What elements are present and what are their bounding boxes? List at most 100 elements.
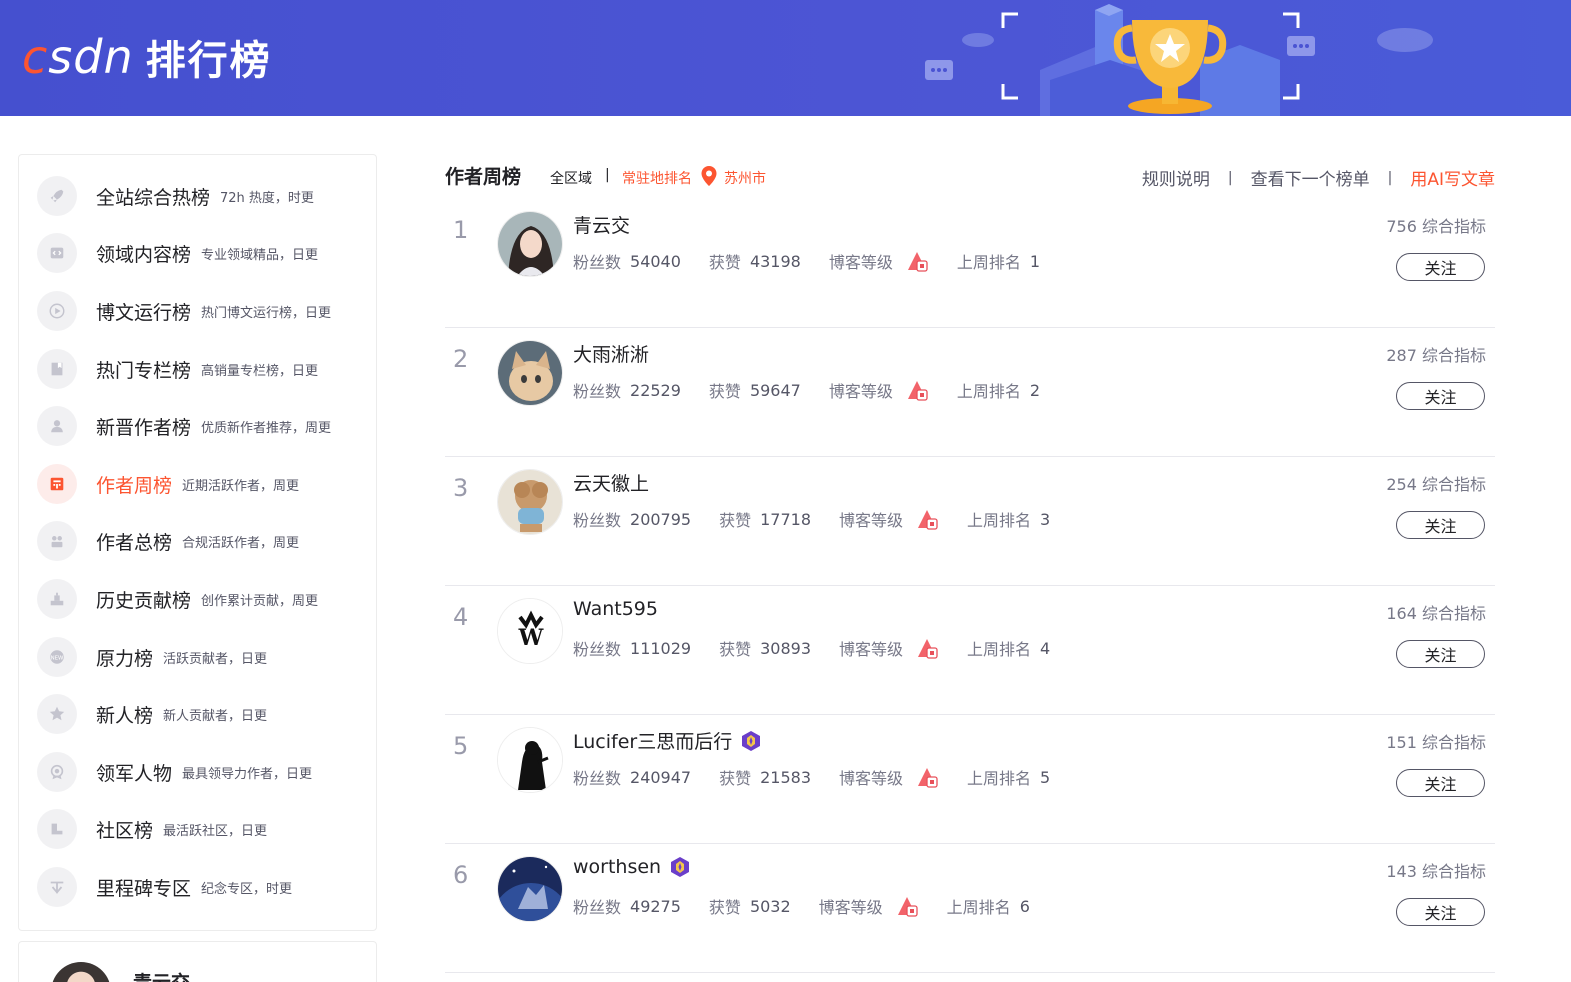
follow-button[interactable]: 关注 bbox=[1396, 640, 1485, 668]
sidebar-item-author-total[interactable]: 作者总榜 合规活跃作者，周更 bbox=[37, 521, 367, 561]
user-card: 青云交 bbox=[18, 941, 377, 982]
score: 287 综合指标 bbox=[1386, 346, 1486, 365]
blog-level-icon bbox=[918, 639, 938, 659]
avatar[interactable]: W bbox=[497, 598, 563, 664]
blog-level-icon bbox=[897, 897, 918, 917]
sidebar-item-domain-content[interactable]: 领域内容榜 专业领域精品，日更 bbox=[37, 233, 367, 273]
page-title: 排行榜 bbox=[145, 38, 272, 84]
verified-badge-icon bbox=[742, 730, 761, 751]
avatar[interactable] bbox=[497, 856, 563, 922]
code-icon bbox=[37, 233, 77, 273]
sidebar-item-hot-column[interactable]: 热门专栏榜 高销量专栏榜，日更 bbox=[37, 349, 367, 389]
avatar[interactable] bbox=[497, 211, 563, 277]
author-stats: 粉丝数 54040 获赞 43198 博客等级 上周排名 1 bbox=[573, 251, 1041, 273]
rules-link[interactable]: 规则说明 bbox=[1142, 165, 1210, 190]
author-name[interactable]: 云天徽上 bbox=[573, 469, 649, 496]
author-stats: 粉丝数 200795 获赞 17718 博客等级 上周排名 3 bbox=[573, 509, 1051, 531]
sidebar-item-leader[interactable]: 领军人物 最具领导力作者，日更 bbox=[37, 752, 367, 792]
avatar[interactable] bbox=[51, 962, 111, 982]
trophy-illustration bbox=[925, 4, 1433, 116]
rank-number: 1 bbox=[453, 216, 469, 244]
header-links: 规则说明 | 查看下一个榜单 | 用AI写文章 bbox=[1142, 165, 1495, 191]
blog-level-icon bbox=[907, 381, 928, 401]
sidebar-item-site-hot[interactable]: 全站综合热榜 72h 热度，时更 bbox=[37, 176, 367, 216]
new-badge-icon: NEW bbox=[37, 637, 77, 677]
blog-level-icon bbox=[918, 510, 938, 530]
list-header: 作者周榜 全区域 | 常驻地排名 苏州市 规则说明 | 查看下一个榜单 | 用A… bbox=[445, 162, 1495, 190]
sidebar-item-community[interactable]: 社区榜 最活跃社区，日更 bbox=[37, 809, 367, 849]
author-stats: 粉丝数 111029 获赞 30893 博客等级 上周排名 4 bbox=[573, 638, 1051, 660]
follow-button[interactable]: 关注 bbox=[1396, 253, 1485, 281]
table-row: 6 worthsen 粉丝数 49275 获赞 5032 博客等级 上周排名 6 14… bbox=[445, 844, 1495, 973]
author-name[interactable]: 大雨淅淅 bbox=[573, 340, 649, 367]
star-badge-icon bbox=[37, 694, 77, 734]
milestone-icon bbox=[37, 867, 77, 907]
logo-wordmark: csdn bbox=[22, 30, 134, 84]
table-row: 1 青云交 粉丝数 54040 获赞 43198 博客等级 上周排名 1 756 综合… bbox=[445, 199, 1495, 328]
follow-button[interactable]: 关注 bbox=[1396, 511, 1485, 539]
users-icon bbox=[37, 521, 77, 561]
svg-text:NEW: NEW bbox=[51, 655, 64, 661]
rank-number: 3 bbox=[453, 474, 469, 502]
avatar[interactable] bbox=[497, 469, 563, 535]
author-stats: 粉丝数 49275 获赞 5032 博客等级 上周排名 6 bbox=[573, 896, 1030, 918]
next-ranking-link[interactable]: 查看下一个榜单 bbox=[1251, 165, 1370, 190]
ai-write-link[interactable]: 用AI写文章 bbox=[1410, 165, 1495, 190]
svg-text:W: W bbox=[518, 625, 544, 651]
medal-icon bbox=[37, 752, 77, 792]
table-row: 2 大雨淅淅 粉丝数 22529 获赞 59647 博客等级 上周排名 2 287 综… bbox=[445, 328, 1495, 457]
sidebar-item-new-author[interactable]: 新晋作者榜 优质新作者推荐，周更 bbox=[37, 406, 367, 446]
rank-number: 4 bbox=[453, 603, 469, 631]
csdn-logo[interactable]: csdn 排行榜 bbox=[22, 28, 272, 86]
city-selector[interactable]: 苏州市 bbox=[724, 168, 766, 188]
author-name[interactable]: Want595 bbox=[573, 598, 658, 620]
play-icon bbox=[37, 291, 77, 331]
blog-level-icon bbox=[918, 768, 938, 788]
divider: | bbox=[1227, 169, 1233, 186]
table-row: 5 Lucifer三思而后行 粉丝数 240947 获赞 21583 博客等级 上周… bbox=[445, 715, 1495, 844]
verified-badge-icon bbox=[671, 857, 690, 877]
bookmark-icon bbox=[37, 349, 77, 389]
list-title: 作者周榜 bbox=[445, 166, 522, 188]
blog-level-icon bbox=[907, 252, 928, 272]
location-pin-icon bbox=[701, 166, 717, 186]
rank-number: 2 bbox=[453, 345, 469, 373]
score: 254 综合指标 bbox=[1386, 475, 1486, 494]
score: 143 综合指标 bbox=[1386, 862, 1486, 881]
avatar[interactable] bbox=[497, 727, 563, 793]
resident-rank-filter[interactable]: 常驻地排名 bbox=[622, 168, 692, 188]
author-name[interactable]: Lucifer三思而后行 bbox=[573, 727, 762, 754]
sidebar-item-author-weekly[interactable]: 作者周榜 近期活跃作者，周更 bbox=[37, 464, 367, 504]
sidebar-item-history[interactable]: 历史贡献榜 创作累计贡献，周更 bbox=[37, 579, 367, 619]
author-stats: 粉丝数 22529 获赞 59647 博客等级 上周排名 2 bbox=[573, 380, 1041, 402]
score: 151 综合指标 bbox=[1386, 733, 1486, 752]
score: 164 综合指标 bbox=[1386, 604, 1486, 623]
community-icon bbox=[37, 809, 77, 849]
follow-button[interactable]: 关注 bbox=[1396, 898, 1485, 926]
author-stats: 粉丝数 240947 获赞 21583 博客等级 上周排名 5 bbox=[573, 767, 1051, 789]
user-card-name: 青云交 bbox=[133, 968, 190, 982]
sidebar-item-newcomer[interactable]: 新人榜 新人贡献者，日更 bbox=[37, 694, 367, 734]
author-name[interactable]: worthsen bbox=[573, 856, 691, 878]
table-row: 3 云天徽上 粉丝数 200795 获赞 17718 博客等级 上周排名 3 254 … bbox=[445, 457, 1495, 586]
sidebar-item-blog-run[interactable]: 博文运行榜 热门博文运行榜，日更 bbox=[37, 291, 367, 331]
table-row: 4 W Want595 粉丝数 111029 获赞 30893 博客等级 上周排名 4… bbox=[445, 586, 1495, 715]
user-icon bbox=[37, 406, 77, 446]
header-banner: csdn 排行榜 bbox=[0, 0, 1571, 116]
sidebar-item-force[interactable]: NEW 原力榜 活跃贡献者，日更 bbox=[37, 637, 367, 677]
divider: | bbox=[1387, 169, 1393, 186]
ranking-sidebar: 全站综合热榜 72h 热度，时更 领域内容榜 专业领域精品，日更 博文运行榜 热… bbox=[18, 154, 377, 931]
avatar[interactable] bbox=[497, 340, 563, 406]
scope-filter-all[interactable]: 全区域 bbox=[550, 168, 592, 188]
score: 756 综合指标 bbox=[1386, 217, 1486, 236]
sidebar-item-milestone[interactable]: 里程碑专区 纪念专区，时更 bbox=[37, 867, 367, 907]
rocket-icon bbox=[37, 176, 77, 216]
follow-button[interactable]: 关注 bbox=[1396, 382, 1485, 410]
rank-number: 5 bbox=[453, 732, 469, 760]
calendar-icon bbox=[37, 464, 77, 504]
rank-number: 6 bbox=[453, 861, 469, 889]
author-name[interactable]: 青云交 bbox=[573, 211, 630, 238]
trophy-icon bbox=[37, 579, 77, 619]
divider: | bbox=[605, 167, 610, 183]
follow-button[interactable]: 关注 bbox=[1396, 769, 1485, 797]
